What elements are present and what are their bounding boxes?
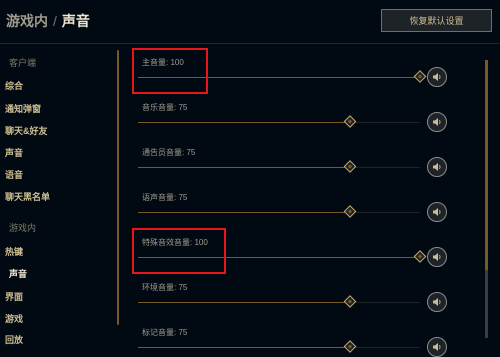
music-volume-slider-handle[interactable]: [343, 115, 356, 128]
music-volume-slider-fill: [138, 122, 350, 123]
voice-volume-slider[interactable]: [138, 205, 420, 218]
pings-volume-label: 标记音量: 75: [142, 328, 188, 337]
sidebar-item-voice[interactable]: 语音: [5, 168, 23, 181]
sidebar-header-client: 客户端: [9, 58, 37, 68]
reset-defaults-button[interactable]: 恢复默认设置: [381, 9, 492, 32]
sfx-volume-slider-handle[interactable]: [413, 250, 427, 263]
speaker-icon[interactable]: [427, 337, 447, 357]
sidebar-item-chat-blocklist[interactable]: 聊天黑名单: [5, 190, 50, 203]
voice-volume-slider-handle[interactable]: [343, 205, 356, 218]
announcer-volume-label: 通告员音量: 75: [142, 148, 196, 157]
sidebar-item-interface[interactable]: 界面: [5, 290, 23, 303]
speaker-icon[interactable]: [427, 202, 447, 222]
ambient-volume-slider-handle[interactable]: [343, 295, 356, 308]
voice-volume-slider-fill: [138, 212, 350, 213]
speaker-icon[interactable]: [427, 247, 447, 267]
speaker-icon[interactable]: [427, 67, 447, 87]
announcer-volume-slider-handle[interactable]: [343, 160, 356, 173]
pings-volume-slider-handle[interactable]: [343, 340, 356, 353]
breadcrumb-parent[interactable]: 游戏内: [6, 13, 48, 29]
master-volume-slider-handle[interactable]: [413, 70, 427, 83]
music-volume-slider[interactable]: [138, 115, 420, 128]
pings-volume-slider-fill: [138, 347, 350, 348]
announcer-volume-slider-fill: [138, 167, 350, 168]
music-volume-label: 音乐音量: 75: [142, 103, 188, 112]
announcer-volume-slider[interactable]: [138, 160, 420, 173]
scrollbar-thumb[interactable]: [485, 60, 488, 270]
voice-volume-label: 语声音量: 75: [142, 193, 188, 202]
speaker-icon[interactable]: [427, 292, 447, 312]
sidebar-header-ingame: 游戏内: [9, 223, 37, 233]
ambient-volume-slider-fill: [138, 302, 350, 303]
speaker-icon[interactable]: [427, 157, 447, 177]
sidebar-item-client-sound[interactable]: 声音: [5, 146, 23, 159]
sidebar-item-replay[interactable]: 回放: [5, 333, 23, 346]
sidebar-item-game[interactable]: 游戏: [5, 312, 23, 325]
ambient-volume-label: 环境音量: 75: [142, 283, 188, 292]
pings-volume-slider[interactable]: [138, 340, 420, 353]
sidebar-item-general[interactable]: 综合: [5, 79, 23, 92]
speaker-icon[interactable]: [427, 112, 447, 132]
ambient-volume-slider[interactable]: [138, 295, 420, 308]
content-divider: [117, 50, 119, 325]
sidebar-item-ingame-sound[interactable]: 声音: [9, 267, 27, 280]
settings-sidebar: 客户端 综合 通知弹窗 聊天&好友 声音 语音 聊天黑名单 游戏内 热键 声音 …: [0, 44, 115, 345]
sidebar-item-hotkeys[interactable]: 热键: [5, 245, 23, 258]
sidebar-item-notifications[interactable]: 通知弹窗: [5, 102, 41, 115]
highlight-box: [132, 48, 208, 94]
page-title: 声音: [61, 13, 90, 29]
highlight-box: [132, 228, 226, 274]
sidebar-item-chat-friends[interactable]: 聊天&好友: [5, 124, 48, 137]
breadcrumb-separator: /: [53, 13, 57, 29]
breadcrumb: 游戏内 / 声音: [6, 11, 90, 31]
